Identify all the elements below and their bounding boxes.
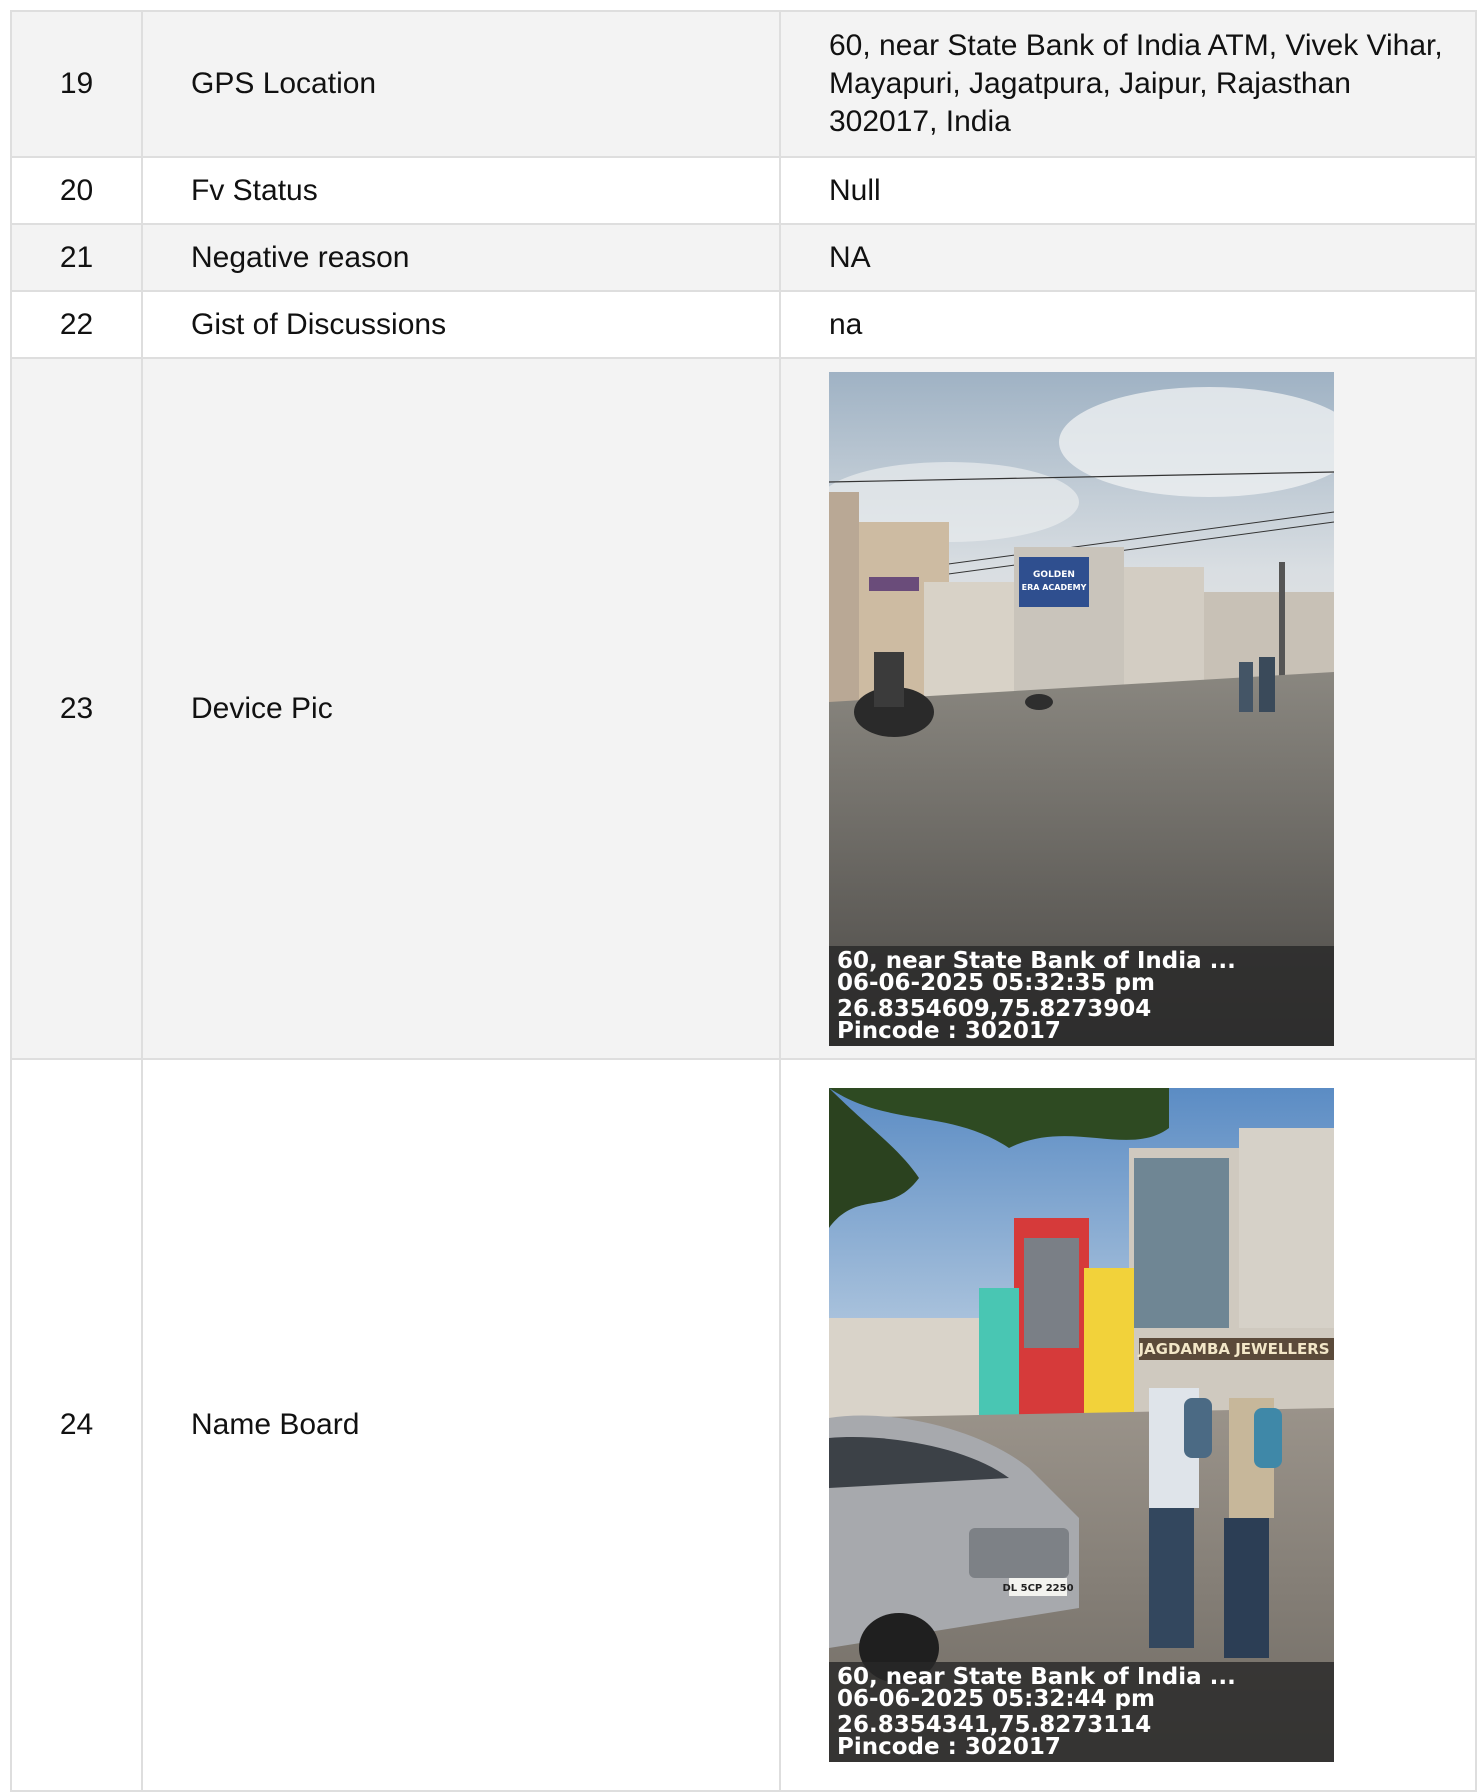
caption-address: 60, near State Bank of India ... (837, 949, 1236, 972)
field-label-name-board: Name Board (141, 1058, 781, 1792)
caption-datetime: 06-06-2025 05:32:35 pm (837, 971, 1155, 994)
row-number: 24 (10, 1058, 143, 1792)
caption-coordinates: 26.8354609,75.8273904 (837, 997, 1152, 1020)
name-board-photo: JAGDAMBA JEWELLERS DL 5CP 2250 60, near … (829, 1088, 1334, 1762)
table-row: 19 GPS Location 60, near State Bank of I… (10, 10, 1477, 158)
caption-coordinates: 26.8354341,75.8273114 (837, 1714, 1152, 1736)
sign-jagdamba-jewellers: JAGDAMBA JEWELLERS (1137, 1340, 1329, 1358)
table-row: 20 Fv Status Null (10, 156, 1477, 225)
caption-datetime: 06-06-2025 05:32:44 pm (837, 1688, 1155, 1710)
field-value-gist-of-discussions: na (779, 290, 1477, 359)
photo-caption: 60, near State Bank of India ... 06-06-2… (829, 945, 1334, 1046)
license-plate: DL 5CP 2250 (1002, 1583, 1073, 1594)
caption-pincode: Pincode : 302017 (837, 1019, 1061, 1042)
table-row: 23 Device Pic GOLDEN ERA ACADEMY 60, nea… (10, 357, 1477, 1060)
report-table: 19 GPS Location 60, near State Bank of I… (10, 10, 1477, 1792)
table-row: 22 Gist of Discussions na (10, 290, 1477, 359)
row-number: 19 (10, 10, 143, 158)
row-number: 21 (10, 223, 143, 292)
field-label-gps-location: GPS Location (141, 10, 781, 158)
table-row: 21 Negative reason NA (10, 223, 1477, 292)
field-value-fv-status: Null (779, 156, 1477, 225)
sign-era-academy: ERA ACADEMY (1022, 583, 1087, 592)
caption-address: 60, near State Bank of India ... (837, 1666, 1236, 1688)
table-row: 24 Name Board JAGDAMBA JEWELLERS DL 5CP … (10, 1058, 1477, 1792)
street-scene-image: GOLDEN ERA ACADEMY (829, 371, 1334, 1046)
row-number: 23 (10, 357, 143, 1060)
field-label-gist-of-discussions: Gist of Discussions (141, 290, 781, 359)
field-value-name-board: JAGDAMBA JEWELLERS DL 5CP 2250 60, near … (779, 1058, 1477, 1792)
row-number: 22 (10, 290, 143, 359)
field-label-negative-reason: Negative reason (141, 223, 781, 292)
shopfront-scene-image: JAGDAMBA JEWELLERS DL 5CP 2250 (829, 1088, 1334, 1762)
caption-pincode: Pincode : 302017 (837, 1736, 1061, 1758)
field-value-gps-location: 60, near State Bank of India ATM, Vivek … (779, 10, 1477, 158)
photo-caption: 60, near State Bank of India ... 06-06-2… (829, 1662, 1334, 1762)
field-value-device-pic: GOLDEN ERA ACADEMY 60, near State Bank o… (779, 357, 1477, 1060)
field-label-device-pic: Device Pic (141, 357, 781, 1060)
device-photo: GOLDEN ERA ACADEMY 60, near State Bank o… (829, 371, 1334, 1046)
field-label-fv-status: Fv Status (141, 156, 781, 225)
sign-golden: GOLDEN (1033, 570, 1075, 580)
field-value-negative-reason: NA (779, 223, 1477, 292)
row-number: 20 (10, 156, 143, 225)
